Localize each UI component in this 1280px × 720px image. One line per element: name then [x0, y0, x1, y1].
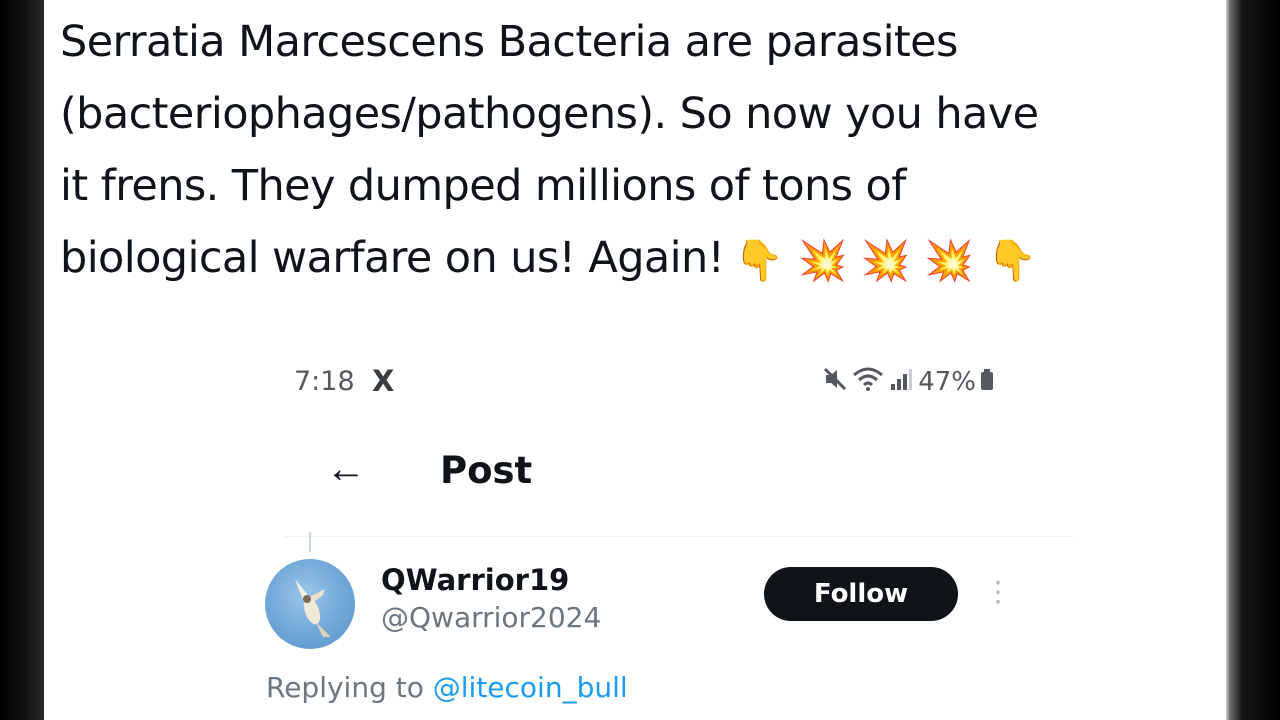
author-name[interactable]: QWarrior19: [381, 562, 601, 598]
phone-status-bar: 7:18 X 47%: [294, 364, 994, 402]
collision-icon: 💥: [923, 238, 974, 284]
signal-icon: [888, 366, 914, 398]
backhand-index-pointing-down-icon: 👇: [734, 238, 784, 284]
follow-button[interactable]: Follow: [764, 567, 958, 621]
status-icons: 47%: [822, 366, 994, 398]
emoji-row: 👇 💥 💥 💥 👇: [734, 224, 1050, 297]
wifi-icon: [852, 366, 884, 398]
author-handle[interactable]: @Qwarrior2024: [381, 598, 601, 638]
tweet-line: Serratia Marcescens Bacteria are parasit…: [60, 17, 958, 67]
replying-to: Replying to @litecoin_bull: [266, 671, 628, 704]
battery-icon: [980, 366, 994, 398]
bird-avatar-icon: [295, 579, 331, 637]
replying-mention-link[interactable]: @litecoin_bull: [433, 671, 628, 704]
tweet-screenshot: Serratia Marcescens Bacteria are parasit…: [44, 0, 1226, 720]
battery-percentage: 47%: [918, 367, 976, 397]
thread-connector: [309, 532, 311, 552]
tweet-line: (bacteriophages/pathogens). So now you h…: [60, 89, 1039, 139]
post-header: ← Post: [284, 445, 1064, 505]
tweet-body: Serratia Marcescens Bacteria are parasit…: [60, 6, 1210, 297]
author-info: QWarrior19 @Qwarrior2024: [381, 562, 601, 638]
replying-prefix: Replying to: [266, 671, 433, 704]
tweet-line: biological warfare on us! Again!: [60, 233, 725, 283]
header-divider: [284, 536, 1074, 537]
video-frame-right: [1226, 0, 1280, 720]
avatar[interactable]: [265, 559, 355, 649]
backhand-index-pointing-down-icon: 👇: [987, 238, 1037, 284]
tweet-line-last: biological warfare on us! Again! 👇 💥 💥 💥 👇: [60, 222, 1210, 297]
mute-icon: [822, 366, 848, 398]
video-frame-left: [0, 0, 44, 720]
tweet-line: it frens. They dumped millions of tons o…: [60, 161, 906, 211]
page-title: Post: [440, 449, 533, 492]
collision-icon: 💥: [797, 238, 848, 284]
more-options-icon[interactable]: ⋮: [984, 578, 1012, 606]
x-logo-icon: X: [372, 364, 395, 398]
status-time: 7:18: [294, 366, 355, 397]
back-arrow-icon[interactable]: ←: [326, 447, 366, 492]
collision-icon: 💥: [860, 238, 911, 284]
